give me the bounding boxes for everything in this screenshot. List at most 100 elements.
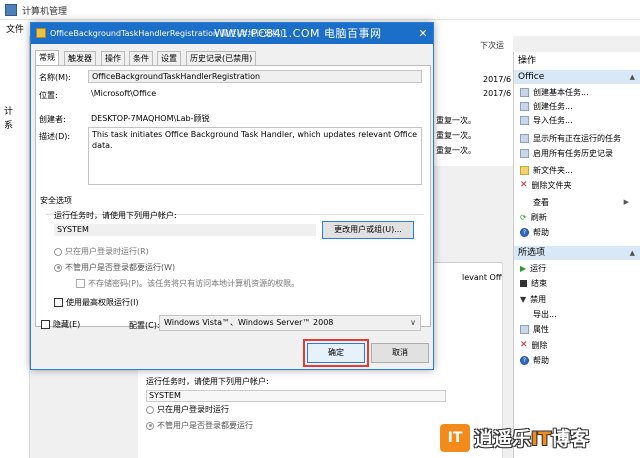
checkbox-icon: [76, 279, 85, 288]
folder-icon: [520, 166, 529, 175]
task-trigger-text: 重复一次。: [436, 131, 476, 140]
action-view[interactable]: 查看 ▶: [520, 196, 635, 209]
radio-icon: [54, 247, 62, 256]
highest-privileges-checkbox[interactable]: 使用最高权限运行(I): [54, 297, 139, 308]
actions-section-office[interactable]: Office ▲: [514, 70, 640, 84]
actions-header: 操作: [514, 54, 640, 68]
detail-user-field: SYSTEM: [146, 390, 446, 402]
ok-button[interactable]: 确定: [307, 343, 365, 363]
collapse-icon: ▲: [629, 249, 635, 257]
import-icon: [520, 116, 529, 125]
action-new-folder[interactable]: 新文件夹...: [520, 164, 573, 177]
run-as-label: 运行任务时，请使用下列用户帐户:: [54, 211, 177, 220]
general-tab-panel: 名称(M): OfficeBackgroundTaskHandlerRegist…: [35, 65, 431, 327]
action-export[interactable]: 导出...: [520, 308, 557, 321]
actions-pane: 操作 Office ▲ 创建基本任务... 创建任务... 导入任务... 显示所…: [513, 52, 640, 458]
checkbox-icon: [54, 298, 63, 307]
task-icon: [36, 28, 46, 38]
task-trigger-text: 重复一次。: [436, 146, 476, 155]
help-icon: ?: [520, 228, 529, 237]
tab-general[interactable]: 常规: [35, 50, 59, 65]
task-icon: [520, 88, 529, 97]
radio-logged-on[interactable]: 只在用户登录时运行(R): [54, 246, 149, 257]
tree-node[interactable]: 系: [4, 118, 13, 131]
close-icon[interactable]: ✕: [415, 26, 431, 41]
delete-icon: ✕: [520, 180, 528, 190]
hidden-checkbox[interactable]: 隐藏(E): [41, 319, 80, 330]
submenu-arrow-icon: ▶: [623, 198, 629, 206]
history-icon: [520, 149, 529, 158]
radio-icon: [146, 405, 154, 414]
action-show-running[interactable]: 显示所有正在运行的任务: [520, 132, 621, 145]
author-value: DESKTOP-7MAQHOM\Lab-顾锐: [91, 114, 210, 123]
action-refresh[interactable]: ⟳ 刷新: [520, 211, 547, 224]
action-disable[interactable]: ▼ 禁用: [520, 293, 546, 306]
action-create-task[interactable]: 创建任务...: [520, 100, 573, 113]
main-titlebar: 计算机管理: [0, 0, 640, 20]
action-help-selected[interactable]: ? 帮助: [520, 354, 549, 367]
brand-logo-icon: IT: [440, 424, 470, 452]
action-end[interactable]: 结束: [520, 277, 547, 290]
location-value: \Microsoft\Office: [91, 89, 157, 98]
chevron-down-icon: ∨: [410, 318, 416, 327]
properties-icon: [520, 325, 529, 334]
user-account-field: SYSTEM: [54, 224, 316, 236]
description-field[interactable]: This task initiates Office Background Ta…: [88, 127, 422, 185]
security-options-label: 安全选项: [40, 196, 72, 205]
radio-icon: [54, 263, 62, 272]
radio-whether-logged-on[interactable]: 不管用户是否登录都要运行(W): [54, 262, 175, 273]
refresh-icon: ⟳: [520, 213, 527, 222]
tab-settings[interactable]: 设置: [157, 51, 181, 65]
tab-triggers[interactable]: 触发器: [64, 51, 96, 65]
list-icon: [520, 134, 529, 143]
navigation-tree: 计 系: [0, 36, 30, 458]
tree-node[interactable]: 计: [4, 104, 13, 117]
radio-icon: [146, 421, 154, 430]
configure-select[interactable]: Windows Vista™、Windows Server™ 2008 ∨: [159, 315, 421, 331]
stop-icon: [520, 280, 527, 287]
action-properties[interactable]: 属性: [520, 323, 549, 336]
task-next-run: 2017/6: [483, 75, 512, 84]
action-import-task[interactable]: 导入任务...: [520, 114, 573, 127]
disable-icon: ▼: [520, 295, 527, 304]
action-create-basic-task[interactable]: 创建基本任务...: [520, 86, 589, 99]
action-help[interactable]: ? 帮助: [520, 226, 549, 239]
help-icon: ?: [520, 356, 529, 365]
action-delete-folder[interactable]: ✕ 删除文件夹: [520, 179, 572, 192]
tab-conditions[interactable]: 条件: [129, 51, 153, 65]
watermark-brand: IT 逍遥乐IT博客: [440, 422, 636, 454]
detail-radio-whether: 不管用户是否登录都要运行: [146, 420, 253, 431]
name-field[interactable]: OfficeBackgroundTaskHandlerRegistration: [88, 70, 422, 83]
configure-label: 配置(C):: [129, 321, 160, 330]
task-trigger-text: 重复一次。: [436, 116, 476, 125]
tab-history[interactable]: 历史记录(已禁用): [186, 51, 257, 65]
action-delete[interactable]: ✕ 删除: [520, 339, 548, 352]
author-label: 创建者:: [39, 115, 66, 124]
watermark-top: WWW.PC841.COM 电脑百事网: [214, 27, 382, 40]
change-user-button[interactable]: 更改用户或组(U)...: [322, 221, 414, 239]
column-header-next-run[interactable]: 下次运: [480, 40, 504, 51]
actions-section-selected[interactable]: 所选项 ▲: [514, 246, 640, 260]
cancel-button[interactable]: 取消: [371, 343, 429, 363]
task-properties-dialog: OfficeBackgroundTaskHandlerRegistration …: [30, 22, 434, 370]
collapse-icon: ▲: [629, 73, 635, 81]
location-label: 位置:: [39, 91, 58, 100]
checkbox-icon: [41, 320, 50, 329]
brand-name: 逍遥乐IT博客: [474, 428, 590, 450]
action-enable-history[interactable]: 启用所有任务历史记录: [520, 147, 613, 160]
computer-management-icon: [5, 4, 17, 16]
task-icon: [520, 102, 529, 111]
delete-icon: ✕: [520, 340, 528, 350]
run-icon: ▶: [520, 264, 527, 273]
action-run[interactable]: ▶ 运行: [520, 262, 546, 275]
no-store-password-checkbox[interactable]: 不存储密码(P)。该任务将只有访问本地计算机资源的权限。: [76, 278, 299, 289]
detail-run-as-label: 运行任务时，请使用下列用户帐户:: [146, 377, 269, 386]
name-label: 名称(M):: [39, 73, 71, 82]
menu-file[interactable]: 文件: [6, 22, 24, 35]
security-options-group: 运行任务时，请使用下列用户帐户: SYSTEM 更改用户或组(U)... 只在用…: [46, 211, 424, 318]
tab-actions[interactable]: 操作: [101, 51, 125, 65]
detail-radio-logged-on: 只在用户登录时运行: [146, 404, 229, 415]
main-window-title: 计算机管理: [22, 7, 68, 17]
description-label: 描述(D):: [39, 132, 71, 141]
task-next-run: 2017/6: [483, 89, 512, 98]
